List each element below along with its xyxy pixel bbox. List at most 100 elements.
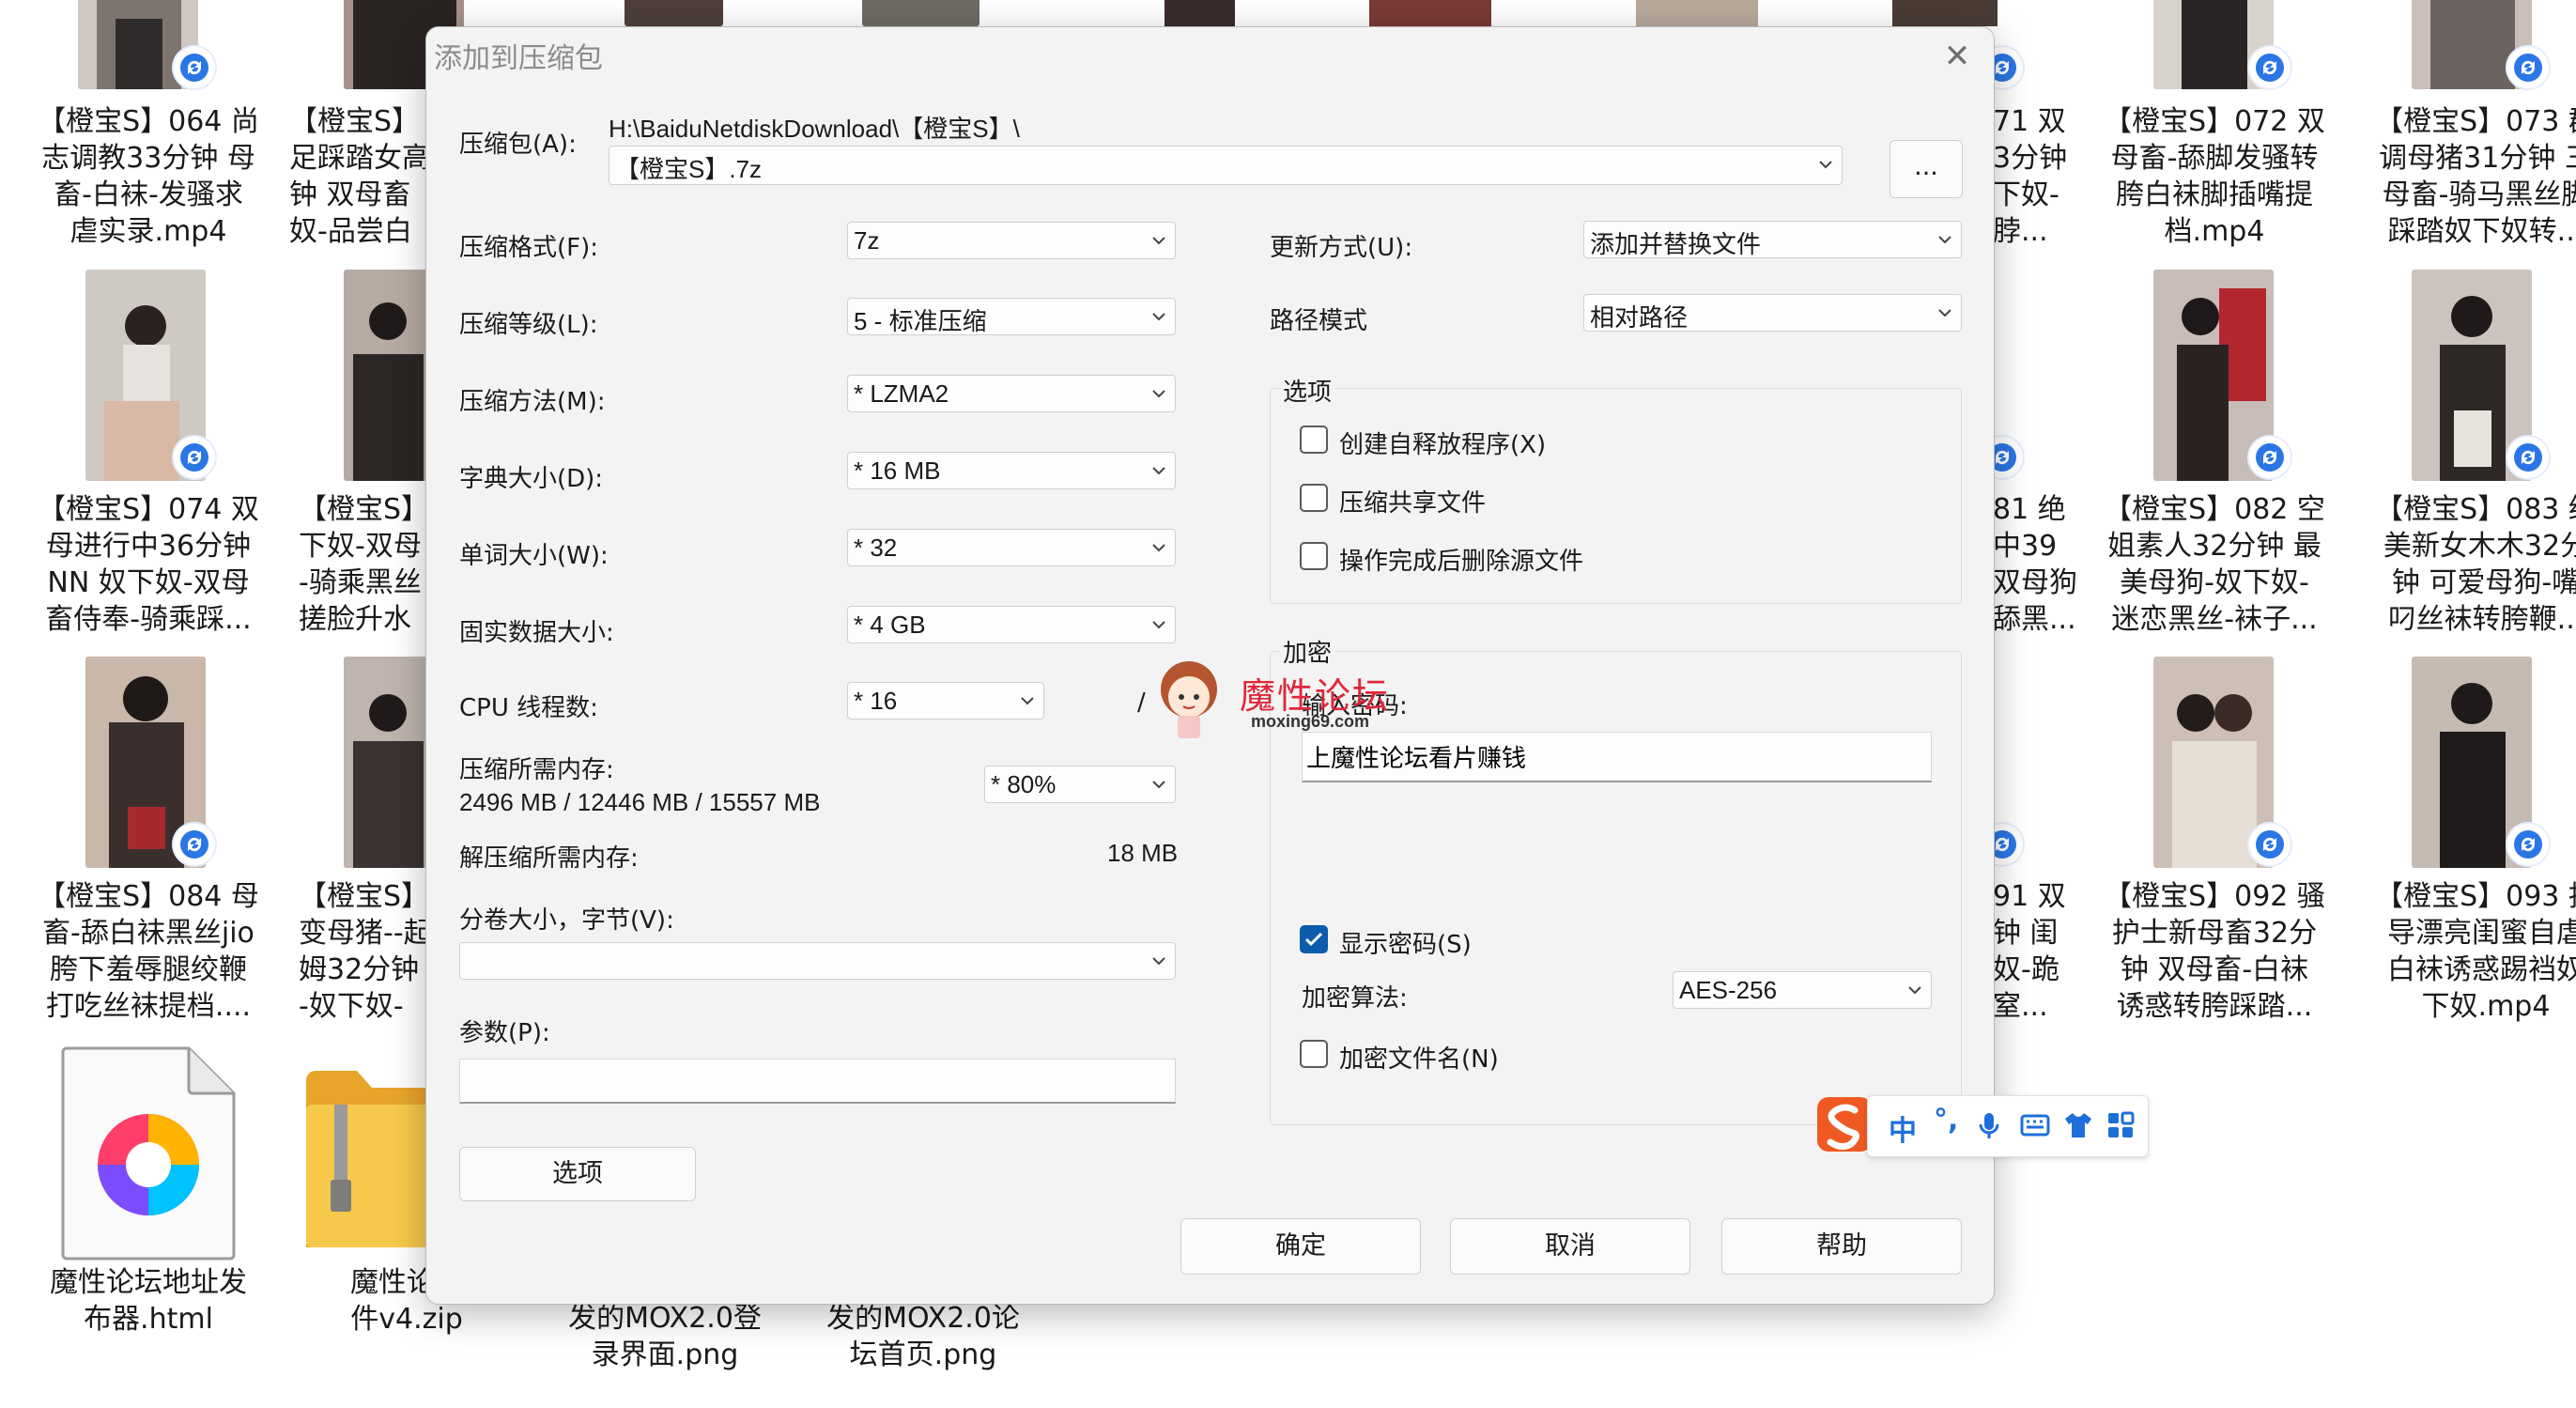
path-mode-select[interactable]: 相对路径 xyxy=(1583,294,1962,332)
file-item[interactable]: 魔性论坛地址发 布器.html xyxy=(31,1043,266,1353)
file-name: 【橙宝S】092 骚 护士新母畜32分 钟 双母畜-白袜 诱惑转胯踩踏... xyxy=(2104,880,2325,1023)
options-group-title: 选项 xyxy=(1279,373,1336,408)
video-thumbnail xyxy=(344,657,433,868)
keyboard-icon[interactable] xyxy=(2020,1113,2050,1137)
dictionary-select[interactable]: * 16 MB xyxy=(847,452,1176,489)
toolbox-icon[interactable] xyxy=(2106,1111,2135,1139)
html-file-icon xyxy=(61,1046,236,1261)
file-name: 魔性论坛地址发 布器.html xyxy=(50,1266,247,1336)
file-item[interactable]: 91 双 钟 闺 奴-跪 窒... xyxy=(1982,657,2094,1032)
ime-logo[interactable] xyxy=(1815,1095,1874,1153)
video-thumbnail xyxy=(862,0,979,26)
mascot-logo xyxy=(1161,661,1217,738)
file-name: 【橙宝S】072 双 母畜-舔脚发骚转 胯白袜脚插嘴提 档.mp4 xyxy=(2104,105,2325,248)
solid-block-label: 固实数据大小: xyxy=(459,619,614,647)
file-item[interactable]: 【橙宝S】083 绝 美新女木木32分 钟 可爱母狗-嘴 叼丝袜转胯鞭... xyxy=(2355,270,2576,645)
cpu-threads-total: / xyxy=(1137,689,1146,717)
chevron-down-icon xyxy=(1152,467,1165,475)
delete-after-checkbox[interactable] xyxy=(1300,542,1328,570)
ok-button[interactable]: 确定 xyxy=(1180,1218,1421,1275)
split-volume-combobox[interactable] xyxy=(459,942,1176,980)
show-password-checkbox[interactable] xyxy=(1300,925,1328,953)
file-name: 发的MOX2.0登 录界面.png xyxy=(568,1302,762,1371)
ime-toolbar: 中 °, xyxy=(1867,1095,2149,1157)
ime-punctuation-toggle[interactable]: °, xyxy=(1934,1104,1958,1137)
encryption-method-select[interactable]: AES-256 xyxy=(1673,971,1932,1009)
archive-name-combobox[interactable]: 【橙宝S】.7z xyxy=(609,146,1843,185)
file-item[interactable]: 81 绝 中39 双母狗 舔黑... xyxy=(1982,270,2094,645)
video-thumbnail xyxy=(344,270,433,481)
format-select[interactable]: 7z xyxy=(847,222,1176,259)
microphone-icon[interactable] xyxy=(1977,1111,2001,1141)
file-item[interactable]: 【橙宝S】084 母 畜-舔白袜黑丝jio 胯下羞辱腿绞鞭 打吃丝袜提档.... xyxy=(31,657,266,1032)
file-item[interactable]: 【橙宝S】082 空 姐素人32分钟 最 美母狗-奴下奴- 迷恋黑丝-袜子... xyxy=(2097,270,2332,645)
chevron-down-icon xyxy=(1908,986,1921,995)
file-name: 【橙宝S】074 双 母进行中36分钟 NN 奴下奴-双母 畜侍奉-骑乘踩... xyxy=(38,493,259,636)
archive-path: H:\BaiduNetdiskDownload\【橙宝S】\ xyxy=(609,115,1020,143)
skin-icon[interactable] xyxy=(2063,1111,2093,1139)
shared-files-label: 压缩共享文件 xyxy=(1339,489,1487,518)
file-name: 【橙宝S】 足踩踏女高 钟 双母畜 奴-品尝白 xyxy=(289,105,430,248)
file-name: 【橙宝S】064 尚 志调教33分钟 母 畜-白袜-发骚求 虐实录.mp4 xyxy=(38,105,259,248)
level-select[interactable]: 5 - 标准压缩 xyxy=(847,298,1176,335)
chevron-down-icon xyxy=(1152,390,1165,398)
file-item[interactable]: 【橙宝S】072 双 母畜-舔脚发骚转 胯白袜脚插嘴提 档.mp4 xyxy=(2097,0,2332,254)
sogou-icon xyxy=(1817,1097,1872,1152)
sync-status-icon xyxy=(2507,437,2549,478)
update-mode-label: 更新方式(U): xyxy=(1270,234,1413,262)
cpu-threads-label: CPU 线程数: xyxy=(459,694,598,722)
video-thumbnail xyxy=(625,0,723,26)
file-item[interactable]: 【橙宝S】064 尚 志调教33分钟 母 畜-白袜-发骚求 虐实录.mp4 xyxy=(31,0,266,254)
encrypt-names-label: 加密文件名(N) xyxy=(1339,1045,1499,1074)
path-mode-label: 路径模式 xyxy=(1270,307,1368,335)
chevron-down-icon xyxy=(1152,237,1165,245)
zip-folder-icon xyxy=(306,1071,443,1247)
video-thumbnail xyxy=(1369,0,1491,26)
sync-status-icon xyxy=(174,437,215,478)
sync-status-icon xyxy=(174,824,215,865)
archive-label: 压缩包(A): xyxy=(459,131,577,159)
file-name: 【橙宝S】073 群 调母猪31分钟 三 母畜-骑马黑丝脚 踩踏奴下奴转... xyxy=(2375,105,2576,248)
chevron-down-icon xyxy=(1938,236,1951,244)
show-password-label: 显示密码(S) xyxy=(1339,931,1472,959)
encryption-method-label: 加密算法: xyxy=(1302,984,1408,1013)
options-button[interactable]: 选项 xyxy=(459,1147,696,1201)
file-item[interactable]: 【橙宝S】092 骚 护士新母畜32分 钟 双母畜-白袜 诱惑转胯踩踏... xyxy=(2097,657,2332,1032)
chevron-down-icon xyxy=(1819,161,1832,169)
cancel-button[interactable]: 取消 xyxy=(1450,1218,1690,1275)
method-select[interactable]: * LZMA2 xyxy=(847,375,1176,412)
encrypt-names-checkbox[interactable] xyxy=(1300,1040,1328,1068)
shared-files-checkbox[interactable] xyxy=(1300,484,1328,512)
file-name: 【橙宝S】 下奴-双母 -骑乘黑丝 搓脸升水 xyxy=(299,493,430,636)
dictionary-label: 字典大小(D): xyxy=(459,465,604,493)
chevron-down-icon xyxy=(1938,309,1951,317)
sync-status-icon xyxy=(2249,437,2291,478)
watermark-url: moxing69.com xyxy=(1251,712,1370,731)
video-thumbnail xyxy=(1165,0,1235,26)
update-mode-select[interactable]: 添加并替换文件 xyxy=(1583,221,1962,258)
help-button[interactable]: 帮助 xyxy=(1721,1218,1962,1275)
video-thumbnail xyxy=(1636,0,1758,26)
parameters-input[interactable] xyxy=(459,1059,1176,1104)
file-item[interactable]: 【橙宝S】074 双 母进行中36分钟 NN 奴下奴-双母 畜侍奉-骑乘踩... xyxy=(31,270,266,645)
dialog-title: 添加到压缩包 xyxy=(434,42,603,75)
split-volume-label: 分卷大小，字节(V): xyxy=(459,906,674,935)
browse-button[interactable]: ... xyxy=(1890,140,1963,198)
sfx-checkbox[interactable] xyxy=(1300,425,1328,454)
chevron-down-icon xyxy=(1152,621,1165,629)
sync-status-icon xyxy=(2507,824,2549,865)
compress-memory-label: 压缩所需内存: xyxy=(459,756,614,784)
cpu-threads-select[interactable]: * 16 xyxy=(847,682,1044,719)
file-item[interactable]: 【橙宝S】073 群 调母猪31分钟 三 母畜-骑马黑丝脚 踩踏奴下奴转... xyxy=(2355,0,2576,254)
word-size-select[interactable]: * 32 xyxy=(847,529,1176,566)
close-icon[interactable]: ✕ xyxy=(1937,37,1977,76)
file-item[interactable]: 71 双 3分钟 下奴- 脖... xyxy=(1982,0,2094,254)
ime-mode-toggle[interactable]: 中 xyxy=(1889,1107,1917,1149)
word-size-label: 单词大小(W): xyxy=(459,542,609,570)
memory-percent-select[interactable]: * 80% xyxy=(984,766,1176,803)
level-label: 压缩等级(L): xyxy=(459,311,598,339)
watermark-title: 魔性论坛 xyxy=(1240,675,1391,717)
file-name: 【橙宝S】083 绝 美新女木木32分 钟 可爱母狗-嘴 叼丝袜转胯鞭... xyxy=(2375,493,2576,636)
file-item[interactable]: 【橙宝S】093 指 导漂亮闺蜜自虐 白袜诱惑踢裆奴 下奴.mp4 xyxy=(2355,657,2576,1032)
solid-block-select[interactable]: * 4 GB xyxy=(847,606,1176,643)
